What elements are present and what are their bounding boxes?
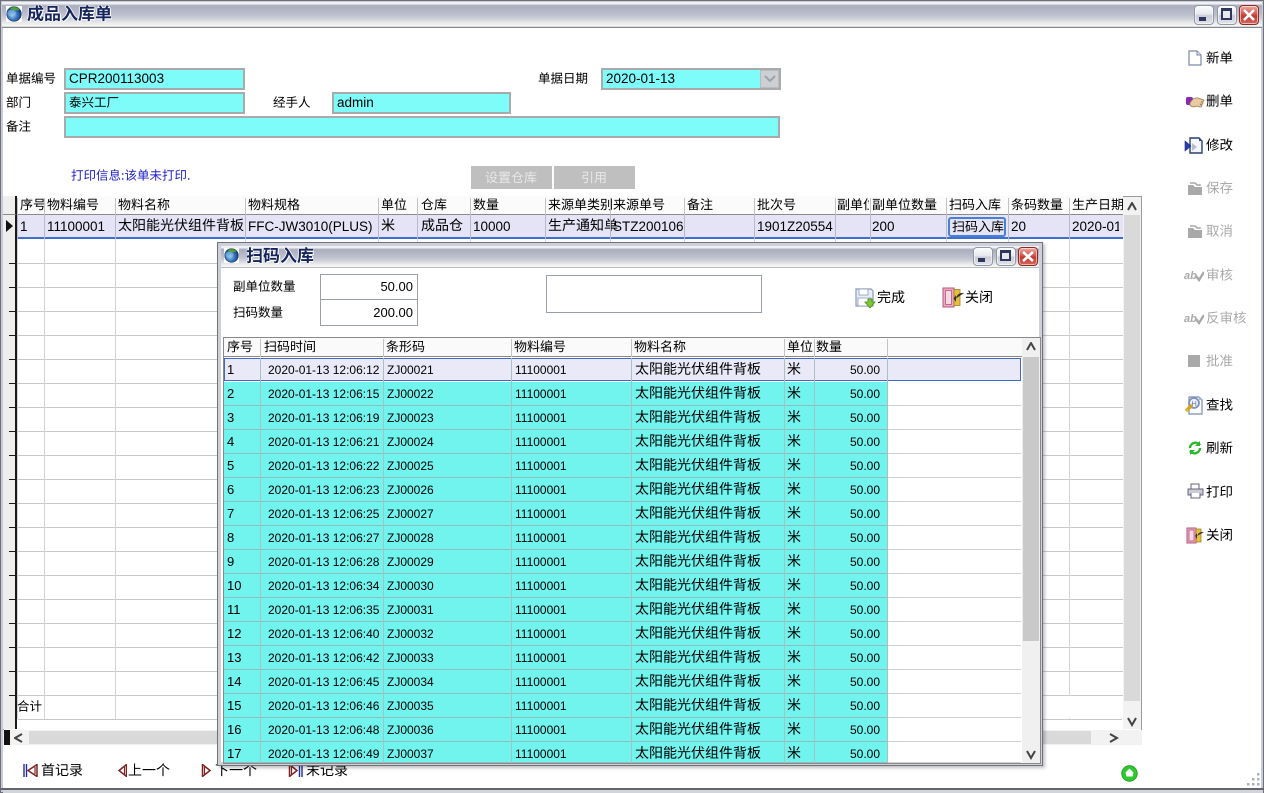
svg-text:ab: ab: [1184, 270, 1197, 282]
svg-text:ab: ab: [1184, 313, 1197, 325]
svg-text:H: H: [1191, 399, 1196, 408]
